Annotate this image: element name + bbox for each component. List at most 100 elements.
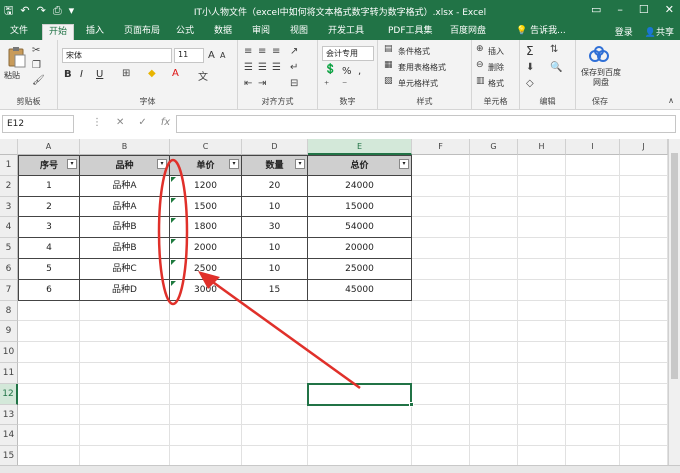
accounting-format-icon[interactable]: 💲 <box>324 64 336 75</box>
table-cell[interactable]: 24000 <box>308 175 412 197</box>
vertical-scrollbar[interactable] <box>668 139 680 465</box>
error-indicator-icon[interactable] <box>171 197 176 203</box>
tab-home[interactable]: 开始 <box>42 24 75 40</box>
align-middle-icon[interactable]: ≡ <box>258 46 266 57</box>
column-header-e[interactable]: E <box>308 139 412 155</box>
table-cell[interactable]: 5 <box>18 259 80 280</box>
decrease-indent-icon[interactable]: ⇤ <box>244 78 252 89</box>
close-icon[interactable]: ✕ <box>665 3 674 16</box>
clear-icon[interactable]: ◇ <box>526 78 534 89</box>
table-cell[interactable]: 1800 <box>170 217 242 239</box>
filter-dropdown-icon[interactable]: ▾ <box>67 159 77 169</box>
insert-function-button[interactable]: fx <box>161 117 170 128</box>
table-cell[interactable]: 2500 <box>170 259 242 280</box>
table-cell[interactable]: 2 <box>18 196 80 218</box>
cancel-icon[interactable]: ✕ <box>116 117 124 128</box>
tab-view[interactable]: 视图 <box>284 24 314 40</box>
tab-data[interactable]: 数据 <box>208 24 238 40</box>
tab-formulas[interactable]: 公式 <box>170 24 200 40</box>
table-header-cell[interactable]: 数量 ▾ <box>242 155 308 176</box>
filter-dropdown-icon[interactable]: ▾ <box>157 159 167 169</box>
tab-page-layout[interactable]: 页面布局 <box>118 24 166 40</box>
comma-button[interactable]: , <box>358 66 361 77</box>
paste-button[interactable]: 粘贴 <box>4 70 20 81</box>
bold-button[interactable]: B <box>64 69 72 80</box>
column-header-c[interactable]: C <box>170 139 242 155</box>
collapse-ribbon-icon[interactable]: ∧ <box>668 96 674 105</box>
minimize-icon[interactable]: – <box>617 3 623 16</box>
font-size-select[interactable]: 11 <box>174 48 204 63</box>
baidu-cloud-icon[interactable] <box>588 44 610 66</box>
row-header-15[interactable]: 15 <box>0 446 18 465</box>
share-button[interactable]: 👤共享 <box>645 25 674 38</box>
align-left-icon[interactable]: ☰ <box>244 62 253 73</box>
table-cell[interactable]: 3 <box>18 217 80 239</box>
customize-qat-icon[interactable]: ▾ <box>69 3 75 18</box>
row-header-8[interactable]: 8 <box>0 300 18 322</box>
scrollbar-thumb[interactable] <box>671 153 678 379</box>
table-cell[interactable]: 品种C <box>80 259 170 280</box>
enter-icon[interactable]: ✓ <box>138 117 146 128</box>
table-cell[interactable]: 25000 <box>308 259 412 280</box>
row-header-10[interactable]: 10 <box>0 342 18 363</box>
select-all-corner[interactable] <box>0 139 18 155</box>
decrease-decimal-icon[interactable]: ⁻ <box>342 80 347 91</box>
increase-decimal-icon[interactable]: ⁺ <box>324 80 329 91</box>
table-cell[interactable]: 品种B <box>80 238 170 259</box>
tab-review[interactable]: 审阅 <box>246 24 276 40</box>
error-indicator-icon[interactable] <box>171 260 176 265</box>
table-cell[interactable]: 20000 <box>308 238 412 259</box>
number-format-select[interactable]: 会计专用 <box>322 46 374 61</box>
align-right-icon[interactable]: ☰ <box>272 62 281 73</box>
align-center-icon[interactable]: ☰ <box>258 62 267 73</box>
name-box[interactable]: E12 <box>2 115 74 133</box>
filter-dropdown-icon[interactable]: ▾ <box>229 159 239 169</box>
table-header-cell[interactable]: 序号 ▾ <box>18 155 80 176</box>
delete-cells-button[interactable]: 删除 <box>488 62 504 73</box>
ribbon-options-icon[interactable]: ▭ <box>591 3 601 16</box>
table-cell[interactable]: 1200 <box>170 175 242 197</box>
error-indicator-icon[interactable] <box>171 280 176 286</box>
conditional-format-button[interactable]: 条件格式 <box>398 46 430 57</box>
font-name-select[interactable]: 宋体 <box>62 48 172 63</box>
fill-handle[interactable] <box>409 401 414 407</box>
table-cell[interactable]: 品种D <box>80 279 170 301</box>
percent-button[interactable]: % <box>342 66 352 77</box>
italic-button[interactable]: I <box>80 69 83 80</box>
table-header-cell[interactable]: 总价 ▾ <box>308 155 412 176</box>
tab-baidu-netdisk[interactable]: 百度网盘 <box>444 24 492 40</box>
format-cells-button[interactable]: 格式 <box>488 78 504 89</box>
table-cell[interactable]: 品种B <box>80 217 170 239</box>
table-cell[interactable]: 1500 <box>170 196 242 218</box>
table-cell[interactable]: 15000 <box>308 196 412 218</box>
row-header-7[interactable]: 7 <box>0 279 18 301</box>
align-top-icon[interactable]: ≡ <box>244 46 252 57</box>
print-preview-icon[interactable]: ⎙ <box>53 3 62 18</box>
column-header-h[interactable]: H <box>518 139 566 155</box>
column-header-i[interactable]: I <box>566 139 620 155</box>
column-header-g[interactable]: G <box>470 139 518 155</box>
column-header-a[interactable]: A <box>18 139 80 155</box>
grow-font-button[interactable]: A <box>208 50 215 61</box>
find-select-icon[interactable]: 🔍 <box>550 62 562 73</box>
tab-insert[interactable]: 插入 <box>80 24 110 40</box>
row-header-9[interactable]: 9 <box>0 321 18 343</box>
table-cell[interactable]: 品种A <box>80 196 170 218</box>
format-as-table-button[interactable]: 套用表格格式 <box>398 62 446 73</box>
table-cell[interactable]: 15 <box>242 279 308 301</box>
table-cell[interactable]: 20 <box>242 175 308 197</box>
sort-filter-icon[interactable]: ⇅ <box>550 44 558 55</box>
align-bottom-icon[interactable]: ≡ <box>272 46 280 57</box>
column-header-d[interactable]: D <box>242 139 308 155</box>
undo-icon[interactable]: ↶ <box>20 3 29 18</box>
row-header-12[interactable]: 12 <box>0 383 18 405</box>
row-header-4[interactable]: 4 <box>0 217 18 239</box>
shrink-font-button[interactable]: A <box>220 51 225 60</box>
column-header-j[interactable]: J <box>620 139 668 155</box>
table-cell[interactable]: 45000 <box>308 279 412 301</box>
row-header-6[interactable]: 6 <box>0 259 18 280</box>
table-cell[interactable]: 54000 <box>308 217 412 239</box>
table-cell[interactable]: 10 <box>242 196 308 218</box>
filter-dropdown-icon[interactable]: ▾ <box>295 159 305 169</box>
fill-color-icon[interactable]: ◆ <box>148 68 156 79</box>
